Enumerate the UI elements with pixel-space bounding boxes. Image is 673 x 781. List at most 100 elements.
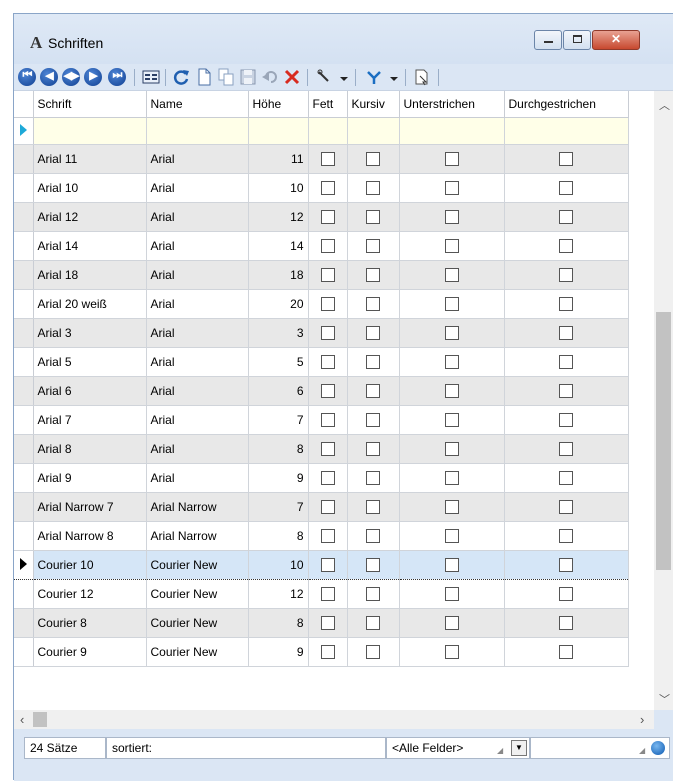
- save-icon[interactable]: [239, 68, 257, 86]
- scroll-up-icon[interactable]: ︿: [659, 97, 670, 113]
- durchgestrichen-checkbox[interactable]: [559, 616, 573, 631]
- unterstrichen-checkbox[interactable]: [444, 500, 459, 515]
- unterstrichen-checkbox[interactable]: [444, 152, 459, 167]
- new-row-kursiv-cell[interactable]: [347, 117, 400, 145]
- table-row[interactable]: Arial 8 Arial 8: [14, 434, 629, 464]
- scroll-down-icon[interactable]: ﹀: [659, 691, 670, 707]
- durchgestrichen-checkbox[interactable]: [559, 181, 573, 196]
- vertical-scrollbar[interactable]: ︿ ﹀: [654, 91, 673, 711]
- previous-record-icon[interactable]: ◀: [40, 68, 58, 86]
- kursiv-checkbox[interactable]: [366, 181, 380, 196]
- cell-name[interactable]: Arial: [146, 376, 249, 406]
- durchgestrichen-checkbox[interactable]: [559, 558, 573, 573]
- table-row[interactable]: Arial 20 weiß Arial 20: [14, 289, 629, 319]
- cell-hoehe[interactable]: 7: [248, 405, 309, 435]
- cell-name[interactable]: Arial: [146, 347, 249, 377]
- kursiv-checkbox[interactable]: [366, 645, 380, 660]
- column-header-hoehe[interactable]: Höhe: [248, 91, 309, 118]
- row-indicator[interactable]: [14, 376, 34, 406]
- kursiv-checkbox[interactable]: [366, 529, 380, 544]
- title-bar[interactable]: A Schriften ✕: [14, 14, 673, 64]
- row-indicator[interactable]: [14, 550, 34, 580]
- cell-hoehe[interactable]: 10: [248, 550, 309, 580]
- table-row[interactable]: Arial Narrow 8 Arial Narrow 8: [14, 521, 629, 551]
- cell-schrift[interactable]: Courier 10: [33, 550, 147, 580]
- cell-schrift[interactable]: Arial 7: [33, 405, 147, 435]
- cell-name[interactable]: Arial: [146, 318, 249, 348]
- fett-checkbox[interactable]: [320, 268, 335, 283]
- cell-schrift[interactable]: Courier 9: [33, 637, 147, 667]
- export-icon[interactable]: [412, 68, 430, 86]
- kursiv-checkbox[interactable]: [366, 384, 380, 399]
- cell-schrift[interactable]: Arial 14: [33, 231, 147, 261]
- durchgestrichen-checkbox[interactable]: [559, 413, 573, 428]
- unterstrichen-checkbox[interactable]: [444, 355, 459, 370]
- cell-schrift[interactable]: Arial 9: [33, 463, 147, 493]
- scroll-left-icon[interactable]: ‹: [20, 712, 24, 727]
- cell-name[interactable]: Arial: [146, 289, 249, 319]
- scroll-right-icon[interactable]: ›: [640, 712, 644, 727]
- table-row[interactable]: Arial 9 Arial 9: [14, 463, 629, 493]
- cell-hoehe[interactable]: 8: [248, 521, 309, 551]
- fett-checkbox[interactable]: [320, 210, 335, 225]
- copy-record-icon[interactable]: [217, 68, 235, 86]
- new-row-unterstrichen-cell[interactable]: [399, 117, 505, 145]
- cell-name[interactable]: Arial: [146, 144, 249, 174]
- globe-icon[interactable]: [651, 741, 665, 755]
- grid-view-icon[interactable]: [142, 68, 160, 86]
- durchgestrichen-checkbox[interactable]: [559, 239, 573, 254]
- new-row-schrift-cell[interactable]: [33, 117, 147, 145]
- cell-schrift[interactable]: Courier 12: [33, 579, 147, 609]
- unterstrichen-checkbox[interactable]: [444, 268, 459, 283]
- unterstrichen-checkbox[interactable]: [444, 297, 459, 312]
- maximize-button[interactable]: [563, 30, 591, 50]
- durchgestrichen-checkbox[interactable]: [559, 500, 573, 515]
- unterstrichen-checkbox[interactable]: [444, 326, 459, 341]
- row-indicator[interactable]: [14, 289, 34, 319]
- row-indicator[interactable]: [14, 144, 34, 174]
- cell-name[interactable]: Arial: [146, 173, 249, 203]
- undo-icon[interactable]: [261, 68, 279, 86]
- row-indicator[interactable]: [14, 608, 34, 638]
- cell-name[interactable]: Courier New: [146, 637, 249, 667]
- cell-hoehe[interactable]: 14: [248, 231, 309, 261]
- cell-schrift[interactable]: Arial 5: [33, 347, 147, 377]
- cell-schrift[interactable]: Arial 11: [33, 144, 147, 174]
- fett-checkbox[interactable]: [320, 326, 335, 341]
- cell-hoehe[interactable]: 18: [248, 260, 309, 290]
- column-header-unterstrichen[interactable]: Unterstrichen: [399, 91, 505, 118]
- table-row[interactable]: Arial 5 Arial 5: [14, 347, 629, 377]
- cell-schrift[interactable]: Arial 10: [33, 173, 147, 203]
- cell-hoehe[interactable]: 9: [248, 637, 309, 667]
- cell-name[interactable]: Arial: [146, 405, 249, 435]
- table-row[interactable]: Arial 3 Arial 3: [14, 318, 629, 348]
- fett-checkbox[interactable]: [320, 500, 335, 515]
- new-record-row[interactable]: [14, 117, 629, 145]
- kursiv-checkbox[interactable]: [366, 471, 380, 486]
- cell-schrift[interactable]: Arial 12: [33, 202, 147, 232]
- row-indicator[interactable]: [14, 579, 34, 609]
- table-row[interactable]: Arial 14 Arial 14: [14, 231, 629, 261]
- vertical-scroll-thumb[interactable]: [656, 312, 671, 570]
- row-indicator[interactable]: [14, 231, 34, 261]
- new-record-icon[interactable]: [195, 68, 213, 86]
- fett-checkbox[interactable]: [320, 297, 335, 312]
- cell-schrift[interactable]: Arial 6: [33, 376, 147, 406]
- kursiv-checkbox[interactable]: [366, 268, 380, 283]
- fett-checkbox[interactable]: [320, 645, 335, 660]
- table-row[interactable]: Arial 6 Arial 6: [14, 376, 629, 406]
- durchgestrichen-checkbox[interactable]: [559, 587, 573, 602]
- fett-checkbox[interactable]: [320, 181, 335, 196]
- cell-schrift[interactable]: Arial 18: [33, 260, 147, 290]
- row-indicator[interactable]: [14, 637, 34, 667]
- cell-hoehe[interactable]: 3: [248, 318, 309, 348]
- unterstrichen-checkbox[interactable]: [444, 587, 459, 602]
- table-row[interactable]: Arial 7 Arial 7: [14, 405, 629, 435]
- horizontal-scrollbar[interactable]: ‹ ›: [14, 710, 654, 729]
- durchgestrichen-checkbox[interactable]: [559, 442, 573, 457]
- cell-hoehe[interactable]: 9: [248, 463, 309, 493]
- fett-checkbox[interactable]: [320, 413, 335, 428]
- next-record-icon[interactable]: ▶: [84, 68, 102, 86]
- fett-checkbox[interactable]: [320, 239, 335, 254]
- row-indicator[interactable]: [14, 463, 34, 493]
